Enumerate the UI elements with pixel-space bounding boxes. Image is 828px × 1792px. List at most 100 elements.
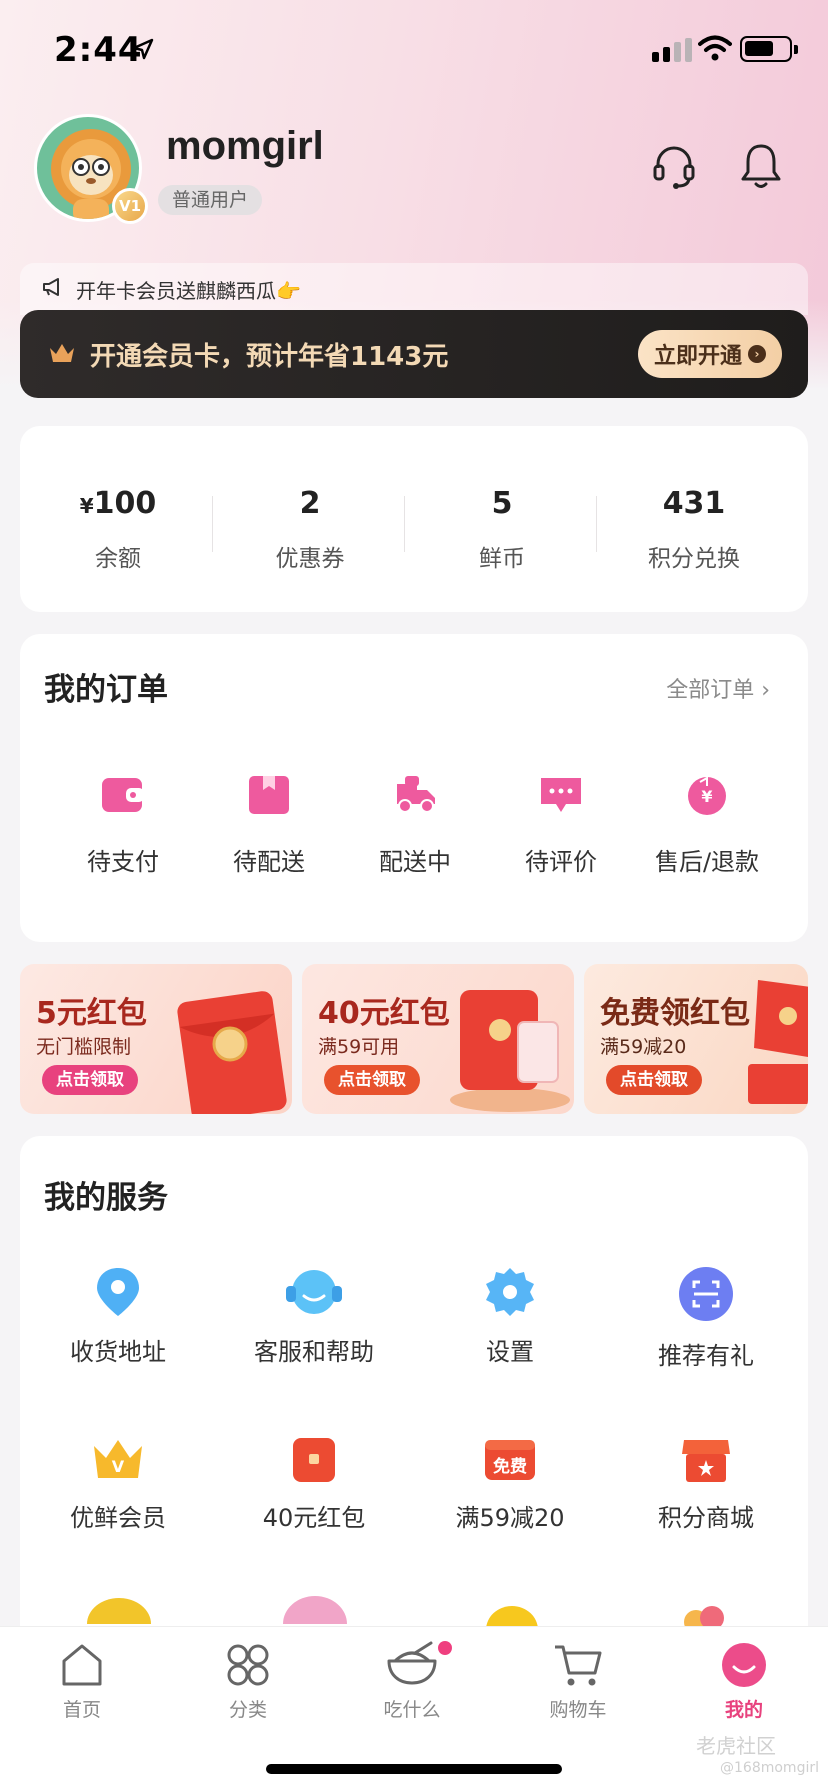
home-indicator[interactable] — [266, 1764, 562, 1774]
stat-label: 鲜币 — [479, 546, 525, 572]
wallet-icon — [102, 778, 144, 812]
service-label: 收货地址 — [70, 1338, 166, 1366]
service-help[interactable]: 客服和帮助 — [216, 1266, 412, 1367]
location-pin-icon — [97, 1268, 139, 1316]
coupon-subtitle: 满59可用 — [318, 1036, 400, 1058]
all-orders-link[interactable]: 全部订单 › — [666, 672, 770, 704]
claim-button[interactable]: 点击领取 — [42, 1065, 138, 1095]
orders-title: 我的订单 — [44, 672, 168, 708]
open-vip-button[interactable]: 立即开通 › — [638, 330, 782, 378]
battery-icon — [740, 36, 798, 62]
service-points-mall[interactable]: 积分商城 — [608, 1436, 804, 1533]
order-pending-delivery[interactable]: 待配送 — [196, 774, 342, 877]
svg-text:免费: 免费 — [493, 1456, 527, 1477]
tab-category[interactable]: 分类 — [188, 1641, 308, 1722]
stat-points[interactable]: 431 积分兑换 — [598, 486, 790, 573]
stat-value: 2 — [299, 486, 321, 521]
order-label: 待评价 — [525, 848, 597, 876]
service-settings[interactable]: 设置 — [412, 1266, 608, 1367]
red-envelope-icon — [450, 990, 570, 1112]
coupon-subtitle: 无门槛限制 — [36, 1036, 132, 1058]
coupon-title: 5元红包 — [36, 996, 147, 1031]
customer-service-icon — [286, 1270, 342, 1314]
account-stats-card: ¥100 余额 2 优惠券 5 鲜币 431 积分兑换 — [20, 426, 808, 612]
tab-label: 购物车 — [549, 1699, 607, 1721]
member-level-tag: 普通用户 — [158, 185, 263, 215]
tab-what-to-eat[interactable]: 吃什么 — [352, 1641, 472, 1722]
service-referral[interactable]: 推荐有礼 — [608, 1266, 804, 1371]
promo-notice-text: 开年卡会员送麒麟西瓜👉 — [76, 279, 301, 303]
claim-button[interactable]: 点击领取 — [324, 1065, 420, 1095]
level-badge: V1 — [112, 188, 148, 224]
vip-banner[interactable]: 开通会员卡，预计年省1143元 立即开通 › — [20, 310, 808, 398]
order-label: 待支付 — [87, 848, 159, 876]
order-pending-review[interactable]: 待评价 — [488, 774, 634, 877]
tab-cart[interactable]: 购物车 — [518, 1641, 638, 1722]
stat-value: 5 — [491, 486, 513, 521]
service-label: 满59减20 — [455, 1504, 565, 1532]
service-discount[interactable]: 免费 满59减20 — [412, 1436, 608, 1533]
coupon-card[interactable]: 40元红包 满59可用 点击领取 — [302, 964, 574, 1114]
tab-label: 吃什么 — [383, 1699, 441, 1721]
service-label: 设置 — [486, 1338, 534, 1366]
tab-home[interactable]: 首页 — [22, 1641, 142, 1722]
stat-label: 余额 — [95, 546, 141, 572]
service-red-envelope[interactable]: 40元红包 — [216, 1436, 412, 1533]
stat-fresh-coins[interactable]: 5 鲜币 — [406, 486, 598, 573]
partial-service-icon — [283, 1596, 347, 1624]
vip-crown-icon: V — [94, 1440, 142, 1478]
location-arrow-icon — [132, 38, 154, 60]
profile-face-icon — [722, 1643, 766, 1687]
scan-icon — [679, 1267, 733, 1321]
stat-value: ¥100 — [79, 486, 157, 521]
bowl-icon — [387, 1641, 437, 1685]
notification-bell-icon[interactable] — [740, 142, 782, 190]
watermark: 老虎社区 — [696, 1734, 776, 1758]
tab-label: 分类 — [228, 1699, 267, 1721]
partial-service-icon — [684, 1606, 724, 1628]
my-orders-card: 我的订单 全部订单 › 待支付 待配送 配送中 待评价 ¥ 售后/退款 — [20, 634, 808, 942]
partial-service-icon — [87, 1598, 151, 1624]
home-icon — [62, 1644, 102, 1686]
customer-service-icon[interactable] — [652, 144, 696, 190]
coupon-card[interactable]: 免费领红包 满59减20 点击领取 — [584, 964, 808, 1114]
service-label: 推荐有礼 — [658, 1342, 754, 1370]
shop-icon — [682, 1440, 730, 1482]
order-refund[interactable]: ¥ 售后/退款 — [634, 774, 780, 877]
service-label: 客服和帮助 — [254, 1338, 374, 1366]
svg-text:V: V — [112, 1457, 125, 1476]
claim-button[interactable]: 点击领取 — [606, 1065, 702, 1095]
coupon-subtitle: 满59减20 — [600, 1036, 687, 1058]
red-envelope-icon — [293, 1438, 335, 1482]
crown-icon — [50, 344, 74, 362]
stat-balance[interactable]: ¥100 余额 — [22, 486, 214, 573]
divider — [212, 496, 213, 552]
megaphone-icon — [43, 278, 59, 296]
service-label: 优鲜会员 — [70, 1504, 166, 1532]
service-address[interactable]: 收货地址 — [20, 1266, 216, 1367]
order-label: 售后/退款 — [654, 848, 760, 876]
order-pending-payment[interactable]: 待支付 — [50, 774, 196, 877]
watermark-handle: @168momgirl — [720, 1760, 819, 1776]
stat-label: 积分兑换 — [648, 546, 740, 572]
services-title: 我的服务 — [44, 1180, 168, 1216]
coupon-card[interactable]: 5元红包 无门槛限制 点击领取 — [20, 964, 292, 1114]
order-label: 配送中 — [379, 848, 451, 876]
status-time: 2:44 — [54, 30, 143, 70]
stat-coupons[interactable]: 2 优惠券 — [214, 486, 406, 573]
stat-value: 431 — [662, 486, 726, 521]
chevron-right-icon: › — [748, 345, 766, 363]
service-vip[interactable]: V 优鲜会员 — [20, 1436, 216, 1533]
promo-notice[interactable]: 开年卡会员送麒麟西瓜👉 — [20, 263, 808, 315]
notification-dot — [438, 1641, 452, 1655]
tab-me[interactable]: 我的 — [684, 1641, 804, 1722]
order-in-delivery[interactable]: 配送中 — [342, 774, 488, 877]
status-bar: 2:44 — [0, 0, 828, 100]
delivery-truck-icon — [397, 776, 435, 813]
service-label: 积分商城 — [658, 1504, 754, 1532]
coupon-title: 40元红包 — [318, 996, 450, 1031]
category-grid-icon — [227, 1644, 269, 1686]
username: momgirl — [166, 124, 324, 168]
coupon-title: 免费领红包 — [600, 996, 750, 1031]
svg-text:¥: ¥ — [701, 787, 712, 806]
